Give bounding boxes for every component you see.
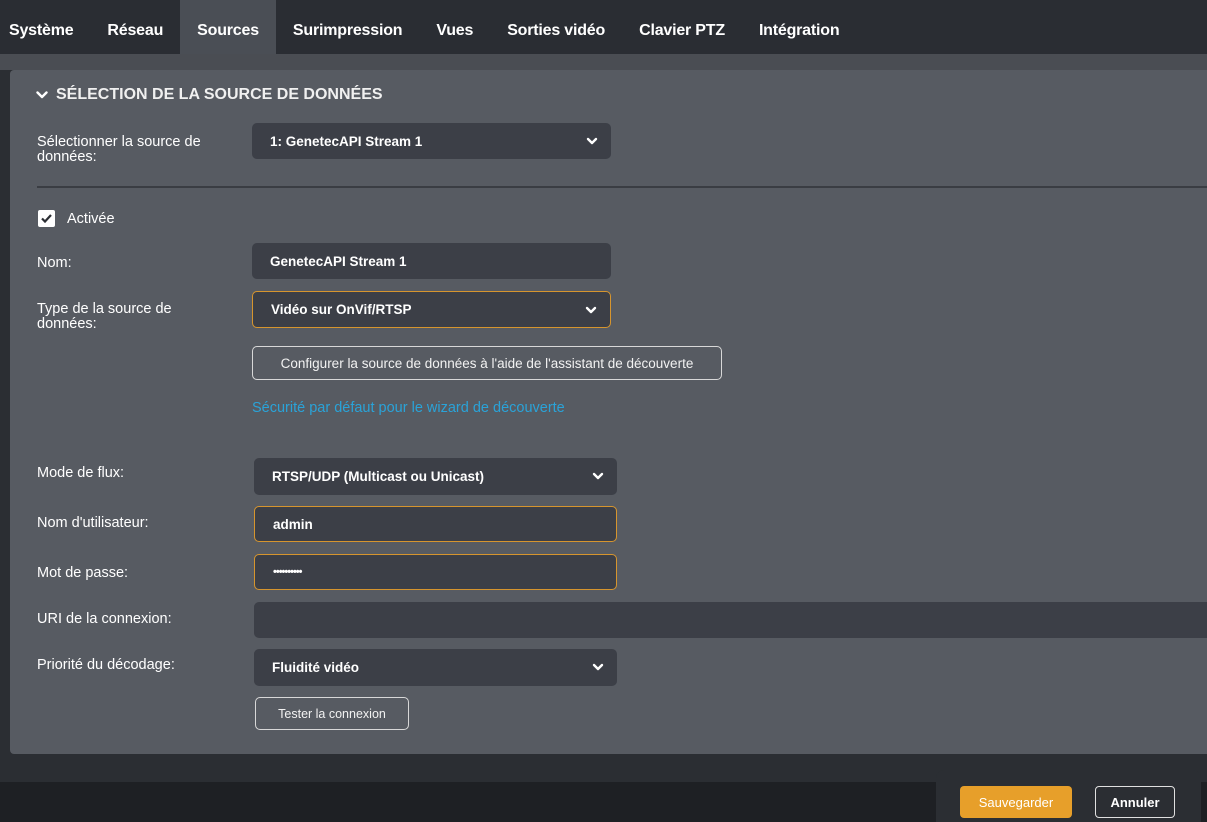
discovery-wizard-button[interactable]: Configurer la source de données à l'aide…: [252, 346, 722, 380]
main-tab-bar: Système Réseau Sources Surimpression Vue…: [0, 0, 1207, 54]
tab-content-strip: [0, 54, 1207, 70]
save-button[interactable]: Sauvegarder: [960, 786, 1072, 818]
uri-label: URI de la connexion:: [37, 611, 172, 627]
enabled-label: Activée: [67, 211, 115, 227]
enabled-checkbox[interactable]: [38, 210, 55, 227]
decode-priority-value: Fluidité vidéo: [272, 660, 360, 675]
default-security-link[interactable]: Sécurité par défaut pour le wizard de dé…: [252, 400, 565, 416]
checkmark-icon: [41, 214, 52, 224]
chevron-down-icon: [592, 472, 604, 480]
name-value: GenetecAPI Stream 1: [270, 253, 407, 269]
tab-clavier-ptz[interactable]: Clavier PTZ: [622, 0, 742, 54]
uri-input[interactable]: [254, 602, 1207, 638]
stream-mode-label: Mode de flux:: [37, 465, 125, 481]
stream-mode-dropdown[interactable]: RTSP/UDP (Multicast ou Unicast): [254, 458, 617, 495]
tab-sources[interactable]: Sources: [180, 0, 276, 54]
source-type-value: Vidéo sur OnVif/RTSP: [271, 302, 412, 317]
chevron-down-icon: [586, 137, 598, 145]
password-value: ••••••••••: [273, 566, 302, 578]
select-source-dropdown[interactable]: 1: GenetecAPI Stream 1: [252, 123, 611, 159]
decode-priority-label: Priorité du décodage:: [37, 657, 175, 673]
section-title: SÉLECTION DE LA SOURCE DE DONNÉES: [56, 86, 383, 103]
username-value: admin: [273, 516, 313, 532]
password-label: Mot de passe:: [37, 565, 129, 581]
test-connection-button[interactable]: Tester la connexion: [255, 697, 409, 730]
name-input[interactable]: GenetecAPI Stream 1: [252, 243, 611, 279]
chevron-down-icon: [592, 663, 604, 671]
tab-sorties-video[interactable]: Sorties vidéo: [490, 0, 622, 54]
tab-reseau[interactable]: Réseau: [90, 0, 180, 54]
password-input[interactable]: ••••••••••: [254, 554, 617, 590]
stream-mode-value: RTSP/UDP (Multicast ou Unicast): [272, 469, 485, 484]
cancel-button[interactable]: Annuler: [1095, 786, 1175, 818]
decode-priority-dropdown[interactable]: Fluidité vidéo: [254, 649, 617, 686]
source-type-dropdown[interactable]: Vidéo sur OnVif/RTSP: [252, 291, 611, 328]
tab-integration[interactable]: Intégration: [742, 0, 856, 54]
name-label: Nom:: [37, 255, 72, 271]
select-source-value: 1: GenetecAPI Stream 1: [270, 133, 423, 149]
section-divider: [37, 186, 1207, 188]
tab-surimpression[interactable]: Surimpression: [276, 0, 419, 54]
select-source-label: Sélectionner la source de données:: [37, 134, 201, 165]
tab-vues[interactable]: Vues: [419, 0, 490, 54]
chevron-down-icon: [36, 91, 48, 99]
username-label: Nom d'utilisateur:: [37, 515, 149, 531]
source-type-label: Type de la source de données:: [37, 301, 172, 332]
username-input[interactable]: admin: [254, 506, 617, 542]
source-settings-panel: SÉLECTION DE LA SOURCE DE DONNÉES Sélect…: [10, 70, 1207, 754]
section-toggle[interactable]: SÉLECTION DE LA SOURCE DE DONNÉES: [36, 86, 383, 104]
chevron-down-icon: [585, 306, 597, 314]
tab-systeme[interactable]: Système: [0, 0, 90, 54]
